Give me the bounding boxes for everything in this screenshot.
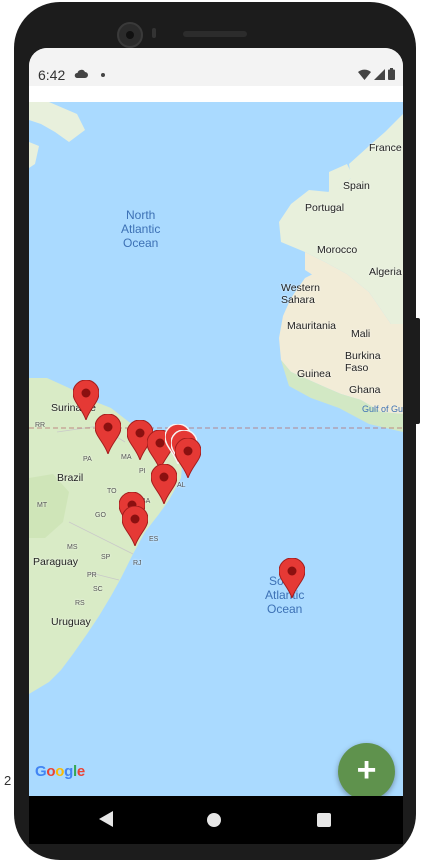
- gulf-label: Gulf of Gu: [362, 404, 403, 414]
- state-label: SC: [93, 586, 103, 593]
- map-marker[interactable]: [95, 414, 121, 454]
- portugal-label: Portugal: [305, 202, 345, 214]
- app-bar: [29, 86, 403, 102]
- notification-dot-icon: [101, 73, 105, 77]
- signal-icon: [374, 68, 385, 80]
- france-label: France: [369, 142, 402, 154]
- state-label: GO: [95, 512, 106, 519]
- spain-label: Spain: [343, 180, 370, 192]
- map-marker[interactable]: [151, 464, 177, 504]
- battery-icon: [388, 68, 395, 80]
- add-button[interactable]: +: [338, 743, 395, 796]
- map-marker[interactable]: [175, 438, 201, 478]
- rr-label: RR: [35, 422, 46, 429]
- ghana-label: Ghana: [349, 384, 381, 396]
- state-label: PA: [83, 456, 92, 463]
- state-label: RS: [75, 600, 85, 607]
- morocco-label: Morocco: [317, 244, 358, 256]
- wifi-icon: [358, 69, 371, 80]
- state-label: AL: [177, 482, 186, 489]
- north-atlantic-label: North Atlantic Ocean: [121, 208, 161, 250]
- edge-text: 2: [4, 773, 12, 788]
- screen: 6:42 North Atlantic Ocean Atlantic Ocean…: [29, 48, 403, 796]
- state-label: PI: [139, 468, 146, 475]
- earpiece-speaker: [183, 31, 247, 37]
- home-icon[interactable]: [207, 813, 221, 827]
- back-icon[interactable]: [99, 811, 113, 827]
- cloud-icon: [74, 69, 88, 78]
- algeria-label: Algeria: [369, 266, 402, 278]
- mali-label: Mali: [351, 328, 371, 340]
- mauritania-label: Mauritania: [287, 320, 337, 332]
- state-label: PR: [87, 572, 97, 579]
- map-marker[interactable]: [122, 506, 148, 546]
- uruguay-label: Uruguay: [51, 616, 91, 628]
- map-marker[interactable]: [279, 558, 305, 598]
- front-camera: [117, 22, 143, 48]
- map-view[interactable]: North Atlantic Ocean South Atlantic Ocea…: [29, 102, 403, 796]
- brazil-label: Brazil: [57, 472, 84, 484]
- state-label: MT: [37, 502, 48, 509]
- state-label: TO: [107, 488, 117, 495]
- sensor: [152, 28, 156, 38]
- map-land: [29, 102, 403, 694]
- state-label: MS: [67, 544, 78, 551]
- state-label: RJ: [133, 560, 142, 567]
- state-label: SP: [101, 554, 111, 561]
- system-icons: [358, 68, 395, 80]
- western-sahara-label: Western Sahara: [281, 282, 320, 306]
- state-label: ES: [149, 536, 159, 543]
- google-attribution-logo[interactable]: Google: [35, 763, 85, 780]
- recents-icon[interactable]: [317, 813, 331, 827]
- guinea-label: Guinea: [297, 368, 331, 380]
- burkina-faso-label: Burkina Faso: [345, 350, 381, 374]
- side-button: [414, 318, 420, 424]
- navigation-bar: [29, 796, 403, 844]
- paraguay-label: Paraguay: [33, 556, 78, 568]
- status-time: 6:42: [38, 67, 66, 83]
